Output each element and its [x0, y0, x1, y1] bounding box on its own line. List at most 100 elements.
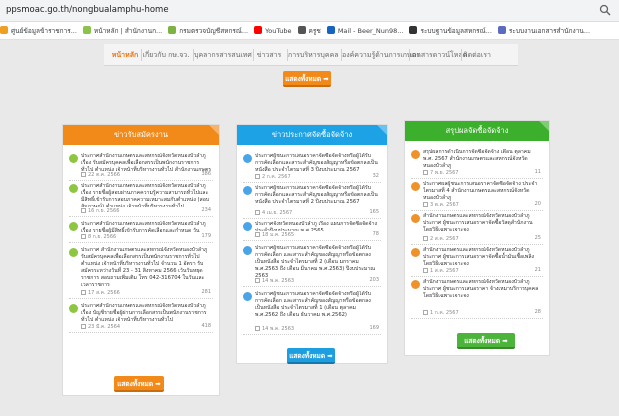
nav-item[interactable]: การบริหารบุคคล [288, 44, 339, 66]
nav-divider [287, 49, 288, 61]
procurement-news-show-all-button[interactable]: แสดงทั้งหมด ➡ [287, 348, 335, 364]
news-item-title[interactable]: ประกาศสำนักงานเกษตรและสหกรณ์จังหวัดหนองบ… [81, 221, 211, 233]
nav-divider [341, 49, 342, 61]
calendar-icon [423, 268, 428, 273]
procurement-summary-show-all-button[interactable]: แสดงทั้งหมด ➡ [457, 333, 515, 349]
bookmark-item[interactable]: ระบบฐานข้อมูลสหกรณ์... [409, 22, 492, 39]
bookmark-item[interactable]: หน้าหลัก | สำนักงานก... [82, 22, 163, 39]
bookmark-label: ศูนย์ข้อมูลข้าราชการ... [11, 27, 77, 35]
news-item-title[interactable]: ประกาศสำนักงานเกษตรและสหกรณ์จังหวัดหนองบ… [81, 183, 211, 207]
news-item-date: 2 ก.ค. 2567 [262, 174, 291, 180]
news-item[interactable]: ประกาศผู้ชนะการเสนอราคาจัดซื้อจัดจ้างหรื… [243, 153, 381, 183]
news-item[interactable]: ประกาศสำนักงานเกษตรและสหกรณ์จังหวัดหนองบ… [69, 183, 213, 217]
news-item-title[interactable]: ประกาศผู้ชนะการเสนอราคาจัดซื้อจัดจ้างหรื… [255, 291, 379, 325]
nav-item[interactable]: หน้าหลัก [110, 44, 140, 66]
news-item-meta: 18 ม.ค. 2565 78 [255, 231, 379, 238]
bookmark-favicon-icon [497, 26, 506, 34]
news-item-title[interactable]: สำนักงานเกษตรและสหกรณ์จังหวัดหนองบัวลำภู… [423, 213, 541, 235]
calendar-icon [255, 210, 260, 215]
news-item-title[interactable]: ประกาศผู้ชนะการเสนอราคาจัดซื้อจัดจ้างหรื… [255, 153, 379, 173]
url-text[interactable]: ppsmoac.go.th/nongbualamphu-home [6, 5, 169, 15]
news-item-views: 281 [201, 289, 211, 295]
news-item-title[interactable]: ประกาศสำนักงานเกษตรและสหกรณ์จังหวัดหนองบ… [81, 303, 211, 323]
bookmark-label: ครูช [308, 27, 321, 35]
news-item-views: 20 [534, 201, 541, 207]
nav-divider [253, 49, 254, 61]
news-item-meta: 8 ก.ย. 2566 179 [81, 233, 211, 240]
news-item-date: 23 มี.ค. 2564 [88, 324, 121, 330]
nav-item[interactable]: เอกสารดาวน์โหลด [410, 44, 467, 66]
news-item-title[interactable]: ประกาศผู้ชนะการเสนอราคาจัดซื้อจัดจ้างหรื… [255, 185, 379, 209]
item-bullet-icon [411, 248, 420, 257]
calendar-icon [255, 278, 260, 283]
item-bullet-icon [243, 222, 252, 231]
calendar-icon [81, 324, 86, 329]
bookmark-label: กรมตรวจบัญชีสหกรณ์... [179, 27, 249, 35]
news-item-title[interactable]: ประกาศผลผู้ชนะการเสนอราคาจัดซื้อจัดจ้าง … [423, 181, 541, 201]
news-item[interactable]: ประกาศสำนักงานเกษตรและสหกรณ์จังหวัดหนองบ… [69, 221, 213, 243]
bookmark-item[interactable]: Mail - Beer_Nun98... [326, 22, 403, 39]
news-item-title[interactable]: ประกาศ สำนักงานเกษตรและสหกรณ์จังหวัดหนอง… [81, 247, 211, 289]
news-item[interactable]: ประกาศสำนักงานเกษตรและสหกรณ์จังหวัดหนองบ… [69, 303, 213, 333]
bookmarks-bar: ศูนย์ข้อมูลข้าราชการ... หน้าหลัก | สำนักง… [0, 22, 619, 40]
nav-item[interactable]: องค์ความรู้ด้านการเกษตร [342, 44, 420, 66]
news-item-views: 165 [369, 209, 379, 215]
calendar-icon [81, 234, 86, 239]
news-item-title[interactable]: ประกาศจังหวัดหนองบัวลำภู เรื่อง แผนการจั… [255, 221, 379, 231]
nav-item[interactable]: ข่าวสาร [254, 44, 284, 66]
news-item-date: 1 ส.ค. 2567 [430, 268, 459, 274]
bookmark-item[interactable]: ระบบงานเอกสารสำนักงาน... [497, 22, 590, 39]
news-item-date: 17 ส.ค. 2566 [88, 290, 120, 296]
news-item-title[interactable]: สรุปผลการดำเนินการจัดซื้อจัดจ้าง เดือน ต… [423, 149, 541, 169]
corner-decoration [377, 125, 387, 135]
calendar-icon [81, 172, 86, 177]
search-icon[interactable] [599, 4, 611, 16]
panel-procurement-summary: สรุปผลจัดซื้อจัดจ้าง สรุปผลการดำเนินการจ… [404, 120, 550, 356]
job-news-show-all-button[interactable]: แสดงทั้งหมด ➡ [114, 376, 164, 392]
news-item-views: 28 [534, 309, 541, 315]
news-item[interactable]: สำนักงานเกษตรและสหกรณ์จังหวัดหนองบัวลำภู… [411, 279, 543, 319]
item-bullet-icon [69, 248, 78, 257]
news-item[interactable]: สรุปผลการดำเนินการจัดซื้อจัดจ้าง เดือน ต… [411, 149, 543, 179]
nav-item[interactable]: เกี่ยวกับ กษ.จว. [142, 44, 190, 66]
news-item[interactable]: ประกาศผู้ชนะการเสนอราคาจัดซื้อจัดจ้างหรื… [243, 291, 381, 335]
news-item-meta: 22 ต.ค. 2566 386 [81, 171, 211, 178]
news-item[interactable]: ประกาศผู้ชนะการเสนอราคาจัดซื้อจัดจ้างหรื… [243, 245, 381, 287]
nav-divider [461, 49, 462, 61]
news-item[interactable]: ประกาศสำนักงานเกษตรและสหกรณ์จังหวัดหนองบ… [69, 153, 213, 181]
panel-job-news: ข่าวรับสมัครงาน ประกาศสำนักงานเกษตรและสห… [62, 124, 220, 396]
news-item-meta: 14 พ.ค. 2563 169 [255, 325, 379, 332]
bookmark-item[interactable]: ครูช [297, 22, 321, 39]
news-item[interactable]: สำนักงานเกษตรและสหกรณ์จังหวัดหนองบัวลำภู… [411, 247, 543, 277]
bookmark-label: หน้าหลัก | สำนักงานก... [93, 27, 163, 35]
news-item-title[interactable]: สำนักงานเกษตรและสหกรณ์จังหวัดหนองบัวลำภู… [423, 247, 541, 267]
news-item-title[interactable]: สำนักงานเกษตรและสหกรณ์จังหวัดหนองบัวลำภู… [423, 279, 541, 309]
bookmark-favicon-icon [254, 26, 263, 34]
nav-item[interactable]: บุคลากรสารสนเทศ [194, 44, 252, 66]
browser-address-bar[interactable]: ppsmoac.go.th/nongbualamphu-home [0, 0, 619, 22]
bookmark-item[interactable]: YouTube [254, 22, 292, 39]
news-item-title[interactable]: ประกาศผู้ชนะการเสนอราคาจัดซื้อจัดจ้างหรื… [255, 245, 379, 277]
news-item[interactable]: สำนักงานเกษตรและสหกรณ์จังหวัดหนองบัวลำภู… [411, 213, 543, 245]
news-item[interactable]: ประกาศจังหวัดหนองบัวลำภู เรื่อง แผนการจั… [243, 221, 381, 241]
calendar-icon [255, 232, 260, 237]
item-bullet-icon [69, 222, 78, 231]
news-item-title[interactable]: ประกาศสำนักงานเกษตรและสหกรณ์จังหวัดหนองบ… [81, 153, 211, 171]
bookmark-item[interactable]: ศูนย์ข้อมูลข้าราชการ... [0, 22, 77, 39]
nav-divider [193, 49, 194, 61]
nav-item[interactable]: ติดต่อเรา [462, 44, 492, 66]
bookmark-item[interactable]: กรมตรวจบัญชีสหกรณ์... [168, 22, 249, 39]
news-item[interactable]: ประกาศผู้ชนะการเสนอราคาจัดซื้อจัดจ้างหรื… [243, 185, 381, 219]
news-item[interactable]: ประกาศผลผู้ชนะการเสนอราคาจัดซื้อจัดจ้าง … [411, 181, 543, 211]
news-item-meta: 7 พ.ย. 2567 11 [423, 169, 541, 176]
news-item-date: 3 ต.ค. 2567 [430, 202, 459, 208]
bookmark-label: ระบบฐานข้อมูลสหกรณ์... [420, 27, 492, 35]
corner-decoration [539, 121, 549, 131]
news-item[interactable]: ประกาศ สำนักงานเกษตรและสหกรณ์จังหวัดหนอง… [69, 247, 213, 299]
news-item-views: 169 [369, 325, 379, 331]
item-bullet-icon [243, 186, 252, 195]
top-show-all-button[interactable]: แสดงทั้งหมด ➡ [283, 71, 331, 87]
news-item-meta: 17 ส.ค. 2566 281 [81, 289, 211, 296]
news-item-views: 25 [534, 235, 541, 241]
news-item-meta: 2 ก.ค. 2567 32 [255, 173, 379, 180]
